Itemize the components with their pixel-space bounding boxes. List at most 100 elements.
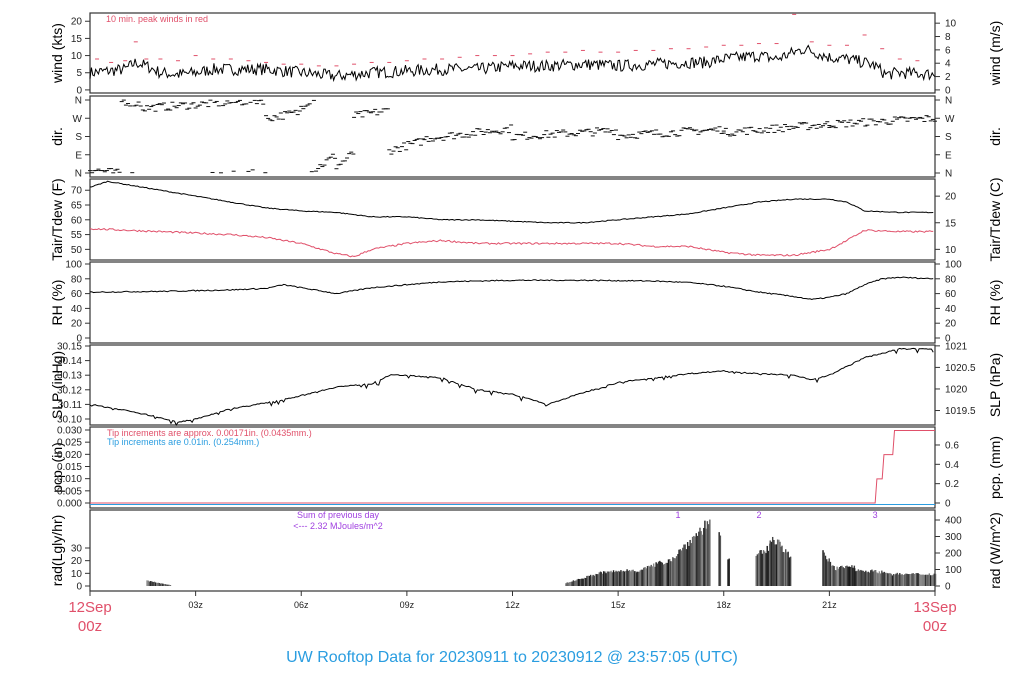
rad-bar <box>569 582 571 586</box>
y-tick-label-right-wind-ms-6: 6 <box>945 45 951 56</box>
rad-bar <box>674 558 677 586</box>
rad-bar <box>597 574 599 586</box>
rad-bar <box>884 572 887 586</box>
rad-bar <box>150 581 152 586</box>
rad-bar <box>159 583 162 586</box>
rad-bar <box>895 573 897 586</box>
y-axis-label-right-wind: wind (m/s) <box>987 21 1003 87</box>
x-tick-label-09z: 09z <box>400 600 415 610</box>
y-axis-label-right-temp: Tair/Tdew (C) <box>987 177 1003 261</box>
rad-bar <box>666 562 668 586</box>
rad-bar <box>907 574 910 586</box>
rad-bar <box>923 574 926 586</box>
y-tick-label-pcp-4: 0.020 <box>57 450 82 461</box>
dewpoint-line <box>89 228 934 258</box>
rad-bar <box>650 564 652 586</box>
rad-bar <box>669 559 671 586</box>
y-tick-label-dir-2: S <box>75 132 82 143</box>
rad-bar <box>660 561 662 586</box>
rad-bar <box>662 564 665 586</box>
y-axis-label-temp: Tair/Tdew (F) <box>49 178 65 260</box>
rad-bar <box>592 574 594 586</box>
rad-bar <box>856 570 858 586</box>
peak-wind-note: 10 min. peak winds in red <box>106 14 208 24</box>
x-tick-label-06z: 06z <box>294 600 309 610</box>
rad-bar <box>167 584 169 586</box>
rad-bar <box>570 581 572 586</box>
rad-bar <box>581 578 583 586</box>
rad-bar <box>578 579 581 586</box>
rad-bar <box>929 575 932 586</box>
rad-bar <box>861 570 863 586</box>
rad-bar <box>683 544 685 586</box>
y-tick-label-slp-0: 30.10 <box>57 415 82 426</box>
rad-bar <box>837 568 840 586</box>
rad-bar <box>684 544 686 586</box>
rad-bar <box>589 574 592 586</box>
rad-bar <box>766 545 768 586</box>
rad-bar <box>838 567 841 586</box>
rad-bar <box>638 571 640 586</box>
y-tick-label-right-slp-hpa-1021: 1021 <box>945 341 968 352</box>
y-tick-label-temp-70: 70 <box>71 186 83 197</box>
rad-bar <box>686 542 689 586</box>
rad-bar <box>857 569 860 586</box>
rad-bar <box>847 566 849 586</box>
rad-bar <box>848 566 851 586</box>
rad-bar <box>610 570 612 586</box>
rad-bar <box>693 535 695 586</box>
rad-bar <box>628 570 631 586</box>
x-tick-label-21z: 21z <box>822 600 837 610</box>
rad-bar <box>870 570 872 586</box>
rad-bar <box>783 552 786 586</box>
y-tick-label-wind-5: 5 <box>76 68 82 79</box>
y-tick-label-slp-2: 30.12 <box>57 385 82 396</box>
rad-bar <box>691 536 694 586</box>
rad-bar <box>635 572 638 586</box>
rad-bar <box>565 583 567 586</box>
rad-bar <box>897 574 900 586</box>
rad-bar <box>615 570 617 586</box>
rad-bar <box>678 549 680 586</box>
rad-bar <box>786 552 788 586</box>
y-tick-label-rh-100: 100 <box>65 260 82 271</box>
rad-bar <box>767 550 770 586</box>
tip-note-blue: Tip increments are 0.01in. (0.254mm.) <box>107 437 259 447</box>
y-axis-label-wind: wind (kts) <box>49 23 65 84</box>
rad-bar <box>868 572 871 586</box>
rad-bar <box>823 552 825 586</box>
rad-bar <box>902 574 905 586</box>
rad-bar <box>707 524 710 586</box>
rad-bar <box>910 574 912 586</box>
y-axis-label-rh: RH (%) <box>49 280 65 326</box>
rad-bar <box>728 558 730 586</box>
rad-bar <box>594 573 597 586</box>
rad-bar <box>157 582 159 586</box>
rad-bar <box>906 573 908 586</box>
rad-bar <box>913 573 916 586</box>
rad-bar <box>633 571 636 586</box>
y-tick-label-dir-4: N <box>75 96 82 107</box>
rad-bar <box>609 571 611 586</box>
rad-bar <box>852 567 854 586</box>
y-tick-label-right-slp-hpa-1020: 1020 <box>945 384 968 395</box>
rad-bar <box>161 583 163 586</box>
y-tick-label-right-slp-hpa-1019.5: 1019.5 <box>945 406 976 417</box>
rad-bar <box>908 574 911 586</box>
rad-bar <box>770 541 773 586</box>
rad-bar <box>701 534 704 586</box>
rad-bar <box>727 559 729 586</box>
y-tick-label-right-rad-w-0: 0 <box>945 582 951 593</box>
rad-bar <box>709 519 711 586</box>
y-tick-label-rad-ly-30: 30 <box>71 543 83 554</box>
y-tick-label-rh-40: 40 <box>71 304 83 315</box>
rad-bar <box>152 582 154 586</box>
rad-bar <box>755 555 757 586</box>
rad-bar <box>854 568 856 586</box>
rad-bar <box>901 574 903 586</box>
rad-bar <box>583 577 586 586</box>
rad-bar <box>832 565 834 586</box>
y-tick-label-right-pcp-mm-0.2: 0.2 <box>945 479 959 490</box>
y-tick-label-dir-0: N <box>75 169 82 180</box>
y-axis-label-right-rh: RH (%) <box>987 280 1003 326</box>
